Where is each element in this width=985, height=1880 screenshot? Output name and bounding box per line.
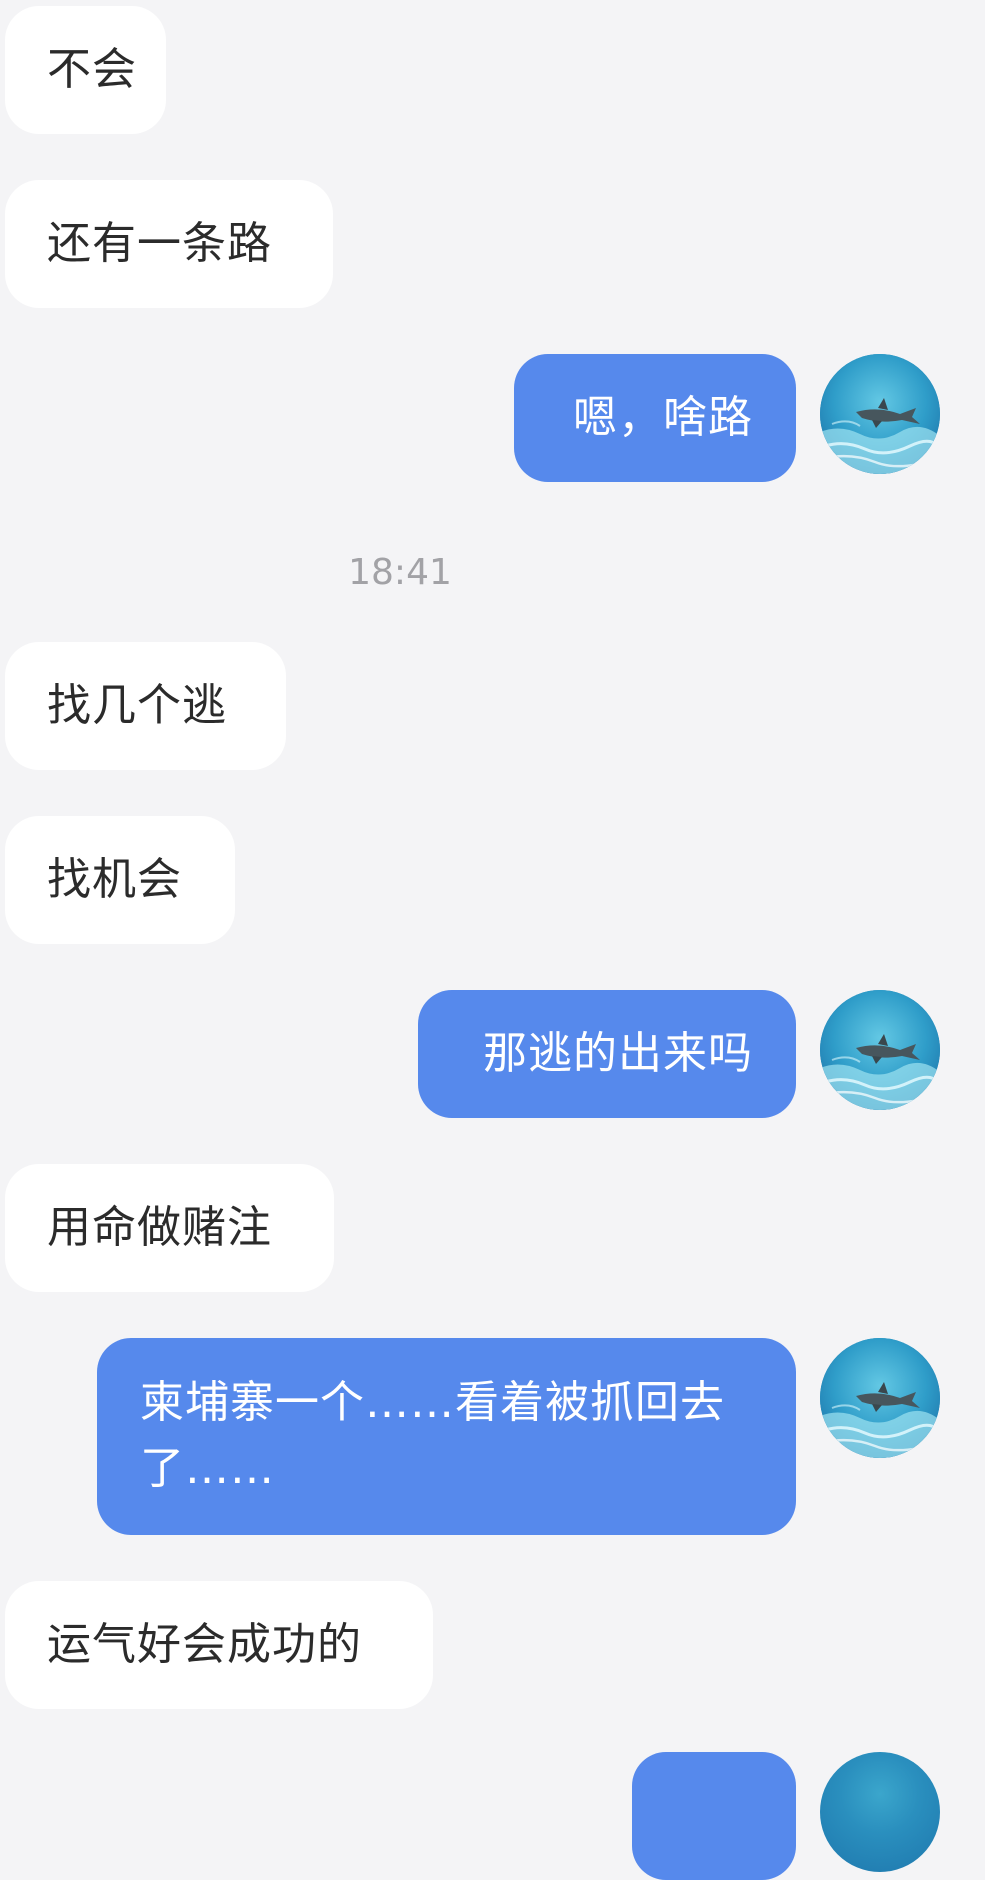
shark-underwater-avatar-icon — [820, 990, 940, 1110]
avatar[interactable] — [820, 1752, 940, 1872]
message-text: 找机会 — [47, 854, 182, 905]
avatar[interactable] — [820, 354, 940, 474]
message-bubble-outgoing[interactable]: 嗯，啥路 — [514, 354, 796, 482]
message-bubble-incoming[interactable]: 运气好会成功的 — [5, 1581, 433, 1709]
avatar[interactable] — [820, 1338, 940, 1458]
message-text: 找几个逃 — [47, 680, 227, 731]
message-text: 嗯，啥路 — [573, 392, 753, 443]
message-bubble-outgoing-partial[interactable] — [632, 1752, 796, 1880]
shark-underwater-avatar-icon — [820, 354, 940, 474]
message-text: 不会 — [47, 44, 137, 95]
avatar[interactable] — [820, 990, 940, 1110]
message-bubble-incoming[interactable]: 找几个逃 — [5, 642, 286, 770]
message-bubble-incoming[interactable]: 还有一条路 — [5, 180, 333, 308]
message-bubble-incoming[interactable]: 用命做赌注 — [5, 1164, 334, 1292]
message-text: 用命做赌注 — [47, 1202, 272, 1253]
message-text: 运气好会成功的 — [47, 1619, 362, 1670]
message-bubble-incoming[interactable]: 找机会 — [5, 816, 235, 944]
message-timestamp: 18:41 — [348, 552, 452, 593]
message-text: 还有一条路 — [47, 218, 272, 269]
message-text: 那逃的出来吗 — [483, 1028, 753, 1079]
shark-underwater-avatar-icon — [820, 1338, 940, 1458]
message-bubble-outgoing[interactable]: 那逃的出来吗 — [418, 990, 796, 1118]
message-bubble-incoming[interactable]: 不会 — [5, 6, 166, 134]
message-bubble-outgoing[interactable]: 柬埔寨一个……看着被抓回去了…… — [97, 1338, 796, 1535]
message-text: 柬埔寨一个……看着被抓回去了…… — [140, 1377, 725, 1494]
chat-message-list: 不会 还有一条路 嗯，啥路 18:41 找几个逃 找机会 那逃的出来吗 用命做赌… — [0, 0, 985, 1880]
